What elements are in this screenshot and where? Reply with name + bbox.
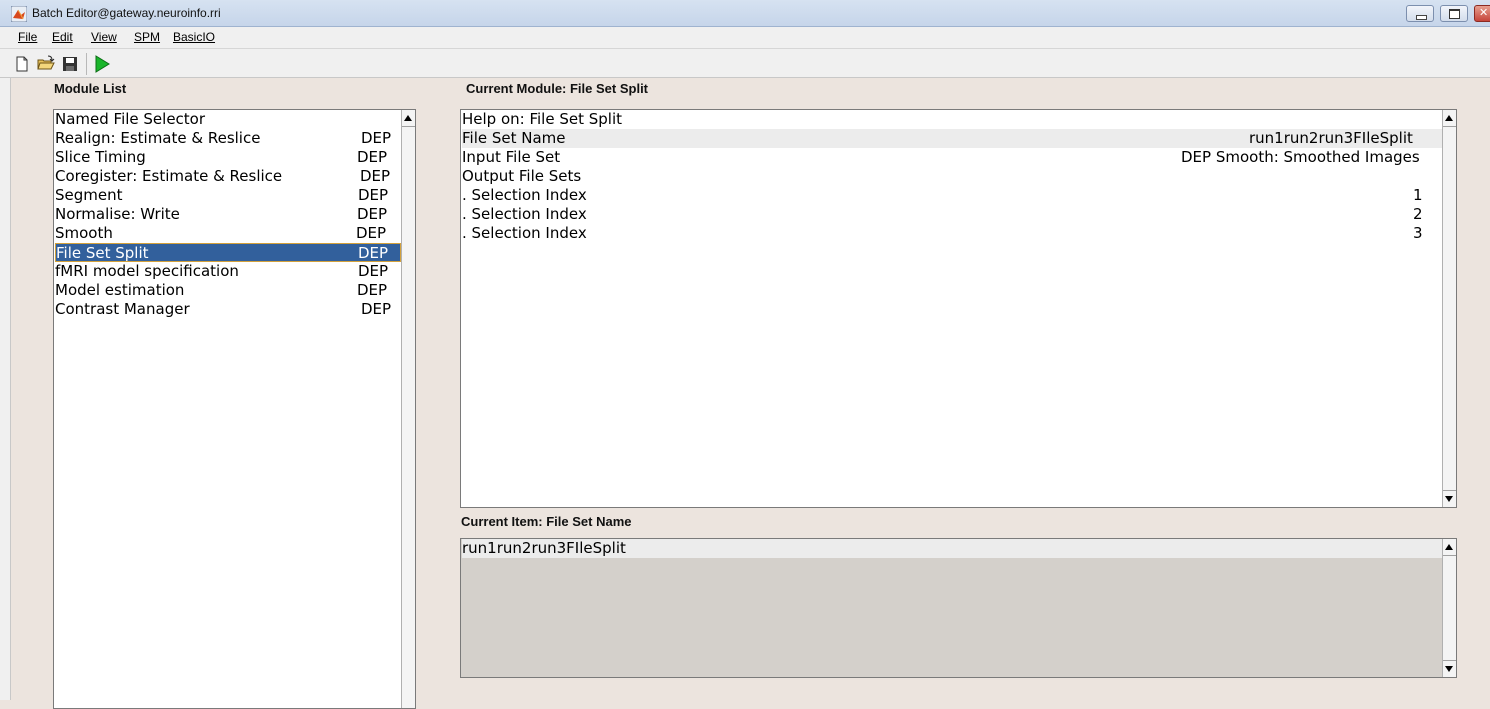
scroll-down-arrow-icon[interactable] <box>1445 496 1453 502</box>
dep-label: DEP <box>358 186 389 204</box>
item-value: 2 <box>1413 205 1423 223</box>
current-item-scrollbar[interactable] <box>1442 539 1456 677</box>
new-file-icon[interactable] <box>13 55 31 73</box>
list-item[interactable]: fMRI model specification DEP <box>55 262 402 281</box>
current-module-list[interactable]: Help on: File Set Split File Set Name ru… <box>460 109 1457 508</box>
module-list-scrollbar[interactable] <box>401 110 415 708</box>
list-item[interactable]: run1run2run3FIleSplit <box>462 539 1442 558</box>
list-item[interactable]: Help on: File Set Split <box>462 110 1442 129</box>
dep-label: DEP <box>358 262 389 280</box>
toolbar <box>0 48 1490 78</box>
close-button[interactable] <box>1474 5 1490 22</box>
item-name: . Selection Index <box>462 186 587 204</box>
module-name: File Set Split <box>56 244 149 262</box>
list-item[interactable]: Smooth DEP <box>55 224 402 243</box>
current-module-label: Current Module: File Set Split <box>466 81 649 96</box>
list-item-selected[interactable]: File Set Split DEP <box>55 243 401 262</box>
module-name: Coregister: Estimate & Reslice <box>55 167 283 185</box>
list-item[interactable]: . Selection Index 3 <box>462 224 1442 243</box>
dep-label: DEP <box>360 167 391 185</box>
module-name: Segment <box>55 186 123 204</box>
module-name: Slice Timing <box>55 148 146 166</box>
dep-label: DEP <box>361 300 392 318</box>
module-name: fMRI model specification <box>55 262 239 280</box>
menu-basicio[interactable]: BasicIO <box>173 30 215 44</box>
scrollbar-divider <box>1443 555 1456 556</box>
dep-label: DEP <box>357 148 388 166</box>
item-name: File Set Name <box>462 129 566 147</box>
list-item[interactable]: Named File Selector <box>55 110 402 129</box>
maximize-button[interactable] <box>1440 5 1468 22</box>
scroll-up-arrow-icon[interactable] <box>1445 115 1453 121</box>
menu-view[interactable]: View <box>91 30 117 44</box>
scrollbar-divider <box>1443 490 1456 491</box>
item-name: . Selection Index <box>462 205 587 223</box>
list-item[interactable]: Input File Set DEP Smooth: Smoothed Imag… <box>462 148 1442 167</box>
module-list[interactable]: Named File Selector Realign: Estimate & … <box>53 109 416 709</box>
left-frame-edge <box>0 78 11 700</box>
list-item[interactable]: Model estimation DEP <box>55 281 402 300</box>
list-item[interactable]: . Selection Index 1 <box>462 186 1442 205</box>
item-value: 1 <box>1413 186 1423 204</box>
dep-label: DEP <box>357 281 388 299</box>
current-item-list[interactable]: run1run2run3FIleSplit <box>460 538 1457 678</box>
module-name: Named File Selector <box>55 110 206 128</box>
item-name: Input File Set <box>462 148 561 166</box>
module-list-label: Module List <box>54 81 127 96</box>
module-name: Contrast Manager <box>55 300 190 318</box>
list-item[interactable]: Coregister: Estimate & Reslice DEP <box>55 167 402 186</box>
module-name: Model estimation <box>55 281 185 299</box>
item-value: DEP Smooth: Smoothed Images <box>1181 148 1420 166</box>
item-name: . Selection Index <box>462 224 587 242</box>
save-icon[interactable] <box>61 55 79 73</box>
current-item-label: Current Item: File Set Name <box>461 514 632 529</box>
menu-bar: File Edit View SPM BasicIO <box>0 27 1490 48</box>
run-icon[interactable] <box>93 55 111 73</box>
toolbar-separator <box>86 53 87 75</box>
module-name: Smooth <box>55 224 113 242</box>
module-name: Normalise: Write <box>55 205 180 223</box>
title-bar: Batch Editor@gateway.neuroinfo.rri <box>0 0 1490 27</box>
list-item[interactable]: Segment DEP <box>55 186 402 205</box>
current-module-scrollbar[interactable] <box>1442 110 1456 507</box>
list-item[interactable]: . Selection Index 2 <box>462 205 1442 224</box>
window-title: Batch Editor@gateway.neuroinfo.rri <box>32 6 221 20</box>
item-value: run1run2run3FIleSplit <box>1249 129 1413 147</box>
list-item[interactable]: Contrast Manager DEP <box>55 300 402 319</box>
list-item[interactable]: Output File Sets <box>462 167 1442 186</box>
dep-label: DEP <box>357 205 388 223</box>
menu-spm[interactable]: SPM <box>134 30 160 44</box>
menu-edit[interactable]: Edit <box>52 30 73 44</box>
list-item[interactable]: Realign: Estimate & Reslice DEP <box>55 129 402 148</box>
dep-label: DEP <box>356 224 387 242</box>
dep-label: DEP <box>361 129 392 147</box>
list-item-highlighted[interactable]: File Set Name run1run2run3FIleSplit <box>462 129 1442 148</box>
list-item[interactable]: Slice Timing DEP <box>55 148 402 167</box>
list-item[interactable]: Normalise: Write DEP <box>55 205 402 224</box>
item-name: Output File Sets <box>462 167 582 185</box>
scrollbar-divider <box>402 126 415 127</box>
menu-file[interactable]: File <box>18 30 37 44</box>
scroll-down-arrow-icon[interactable] <box>1445 666 1453 672</box>
scroll-up-arrow-icon[interactable] <box>1445 544 1453 550</box>
item-name: Help on: File Set Split <box>462 110 622 128</box>
matlab-logo-icon <box>11 6 27 22</box>
dep-label: DEP <box>358 244 389 262</box>
minimize-button[interactable] <box>1406 5 1434 22</box>
scroll-up-arrow-icon[interactable] <box>404 115 412 121</box>
open-folder-icon[interactable] <box>37 55 55 73</box>
item-value: run1run2run3FIleSplit <box>462 539 626 557</box>
scrollbar-divider <box>1443 660 1456 661</box>
item-value: 3 <box>1413 224 1423 242</box>
scrollbar-divider <box>1443 126 1456 127</box>
module-name: Realign: Estimate & Reslice <box>55 129 261 147</box>
